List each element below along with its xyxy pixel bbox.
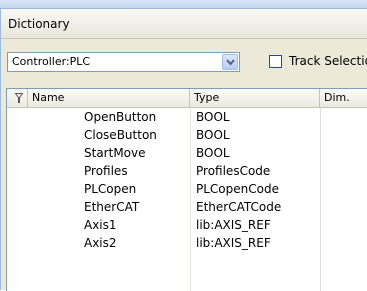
filter-column-header[interactable] [7, 89, 28, 107]
track-selection-checkbox[interactable] [269, 55, 282, 68]
variable-name: Profiles [84, 164, 128, 178]
column-header-type[interactable]: Type [190, 89, 320, 107]
variable-name: Axis2 [84, 236, 117, 250]
variable-type: lib:AXIS_REF [196, 218, 271, 232]
variable-type: lib:AXIS_REF [196, 236, 271, 250]
table-row[interactable]: Profiles ProfilesCode [7, 162, 367, 180]
table-header: Name Type Dim. [7, 89, 367, 108]
variable-type: PLCopenCode [196, 182, 279, 196]
variable-name: OpenButton [84, 110, 157, 124]
chevron-down-icon [226, 59, 235, 66]
variables-table: Name Type Dim. OpenButton BOOL CloseButt… [6, 88, 367, 291]
dropdown-button[interactable] [222, 54, 238, 70]
variable-type: ProfilesCode [196, 164, 271, 178]
table-row[interactable]: PLCopen PLCopenCode [7, 180, 367, 198]
table-row[interactable]: CloseButton BOOL [7, 126, 367, 144]
controller-select[interactable]: Controller:PLC [7, 52, 240, 72]
variable-type: EtherCATCode [196, 200, 282, 214]
dictionary-toolbar: Controller:PLC Track Selection [1, 40, 367, 83]
dictionary-panel: Dictionary Controller:PLC Track Selectio… [0, 9, 367, 291]
variable-name: PLCopen [84, 182, 137, 196]
variable-type: BOOL [196, 128, 230, 142]
table-row[interactable]: Axis2 lib:AXIS_REF [7, 234, 367, 252]
variable-name: StartMove [84, 146, 146, 160]
column-header-dim[interactable]: Dim. [320, 89, 367, 107]
table-row[interactable]: Axis1 lib:AXIS_REF [7, 216, 367, 234]
track-selection-label: Track Selection [289, 54, 367, 68]
filter-icon [15, 93, 23, 103]
variable-type: BOOL [196, 146, 230, 160]
table-row[interactable]: EtherCAT EtherCATCode [7, 198, 367, 216]
column-header-name[interactable]: Name [28, 89, 190, 107]
variable-name: EtherCAT [84, 200, 140, 214]
table-body: OpenButton BOOL CloseButton BOOL StartMo… [7, 108, 367, 252]
variable-type: BOOL [196, 110, 230, 124]
controller-select-value: Controller:PLC [12, 55, 91, 68]
table-row[interactable]: StartMove BOOL [7, 144, 367, 162]
panel-title: Dictionary [1, 9, 367, 39]
window-top-strip [0, 0, 367, 9]
variable-name: CloseButton [84, 128, 157, 142]
variable-name: Axis1 [84, 218, 117, 232]
table-row[interactable]: OpenButton BOOL [7, 108, 367, 126]
